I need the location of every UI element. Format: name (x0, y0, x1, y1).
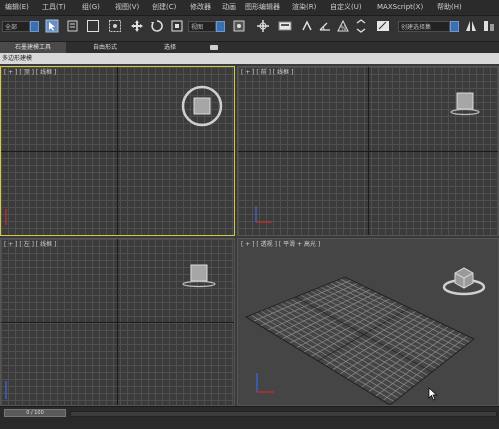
keyboard-shortcut-icon[interactable] (278, 19, 292, 33)
mirror-icon[interactable] (464, 19, 478, 33)
snap-toggle-icon[interactable] (300, 19, 314, 33)
spinner-snap-icon[interactable] (354, 19, 368, 33)
reference-coord-arrow[interactable] (216, 21, 225, 32)
viewport-front[interactable]: [ + ] [ 前 ] [ 线框 ] (237, 66, 499, 236)
selection-filter-arrow[interactable] (30, 21, 39, 32)
percent-snap-icon[interactable]: % (336, 19, 350, 33)
viewcube-perspective-icon[interactable] (440, 259, 490, 299)
select-object-icon[interactable] (45, 19, 59, 33)
select-and-scale-icon[interactable] (170, 19, 184, 33)
viewport-left[interactable]: [ + ] [ 左 ] [ 线框 ] (0, 238, 235, 406)
ribbon-panel-bar: 多边形建模 (0, 53, 499, 64)
pivot-center-icon[interactable] (232, 19, 246, 33)
menu-edit[interactable]: 编辑(E) (5, 2, 29, 12)
viewport-perspective[interactable]: [ + ] [ 透视 ] [ 平滑 + 高光 ] (237, 238, 499, 406)
main-toolbar: 全部 视图 % 创建选择集 (0, 16, 499, 42)
named-selection-arrow[interactable] (450, 21, 459, 32)
menu-group[interactable]: 组(G) (82, 2, 100, 12)
select-by-name-icon[interactable] (66, 19, 80, 33)
menu-animation[interactable]: 动画 (222, 2, 236, 12)
ribbon-toggle-icon[interactable] (210, 45, 218, 50)
tab-freeform[interactable]: 自由形式 (70, 42, 140, 53)
menu-maxscript[interactable]: MAXScript(X) (377, 2, 423, 12)
axis-tripod-icon (5, 381, 7, 399)
menu-customize[interactable]: 自定义(U) (330, 2, 362, 12)
mouse-cursor-icon (428, 387, 438, 401)
viewcube-front-icon[interactable] (448, 87, 482, 121)
menu-tools[interactable]: 工具(T) (42, 2, 66, 12)
menu-create[interactable]: 创建(C) (152, 2, 176, 12)
viewcube-left-icon[interactable] (179, 259, 219, 293)
tab-graphite-modeling[interactable]: 石墨建模工具 (0, 42, 66, 53)
axis-tripod-icon (255, 206, 272, 223)
align-icon[interactable] (482, 19, 496, 33)
viewport-top-label[interactable]: [ + ] [ 顶 ] [ 线框 ] (4, 69, 56, 77)
ribbon-tab-bar: 石墨建模工具 自由形式 选择 (0, 42, 499, 53)
select-and-move-icon[interactable] (130, 19, 144, 33)
viewport-top[interactable]: [ + ] [ 顶 ] [ 线框 ] (0, 66, 235, 236)
select-and-manipulate-icon[interactable] (256, 19, 270, 33)
angle-snap-icon[interactable] (318, 19, 332, 33)
menu-modifiers[interactable]: 修改器 (190, 2, 211, 12)
rect-selection-region-icon[interactable] (86, 19, 100, 33)
time-slider-bar: 0 / 100 (0, 406, 499, 429)
window-crossing-icon[interactable] (108, 19, 122, 33)
svg-text:%: % (341, 25, 347, 32)
menu-views[interactable]: 视图(V) (115, 2, 139, 12)
axis-tripod-icon (256, 373, 274, 393)
edit-named-selection-icon[interactable] (376, 19, 390, 33)
time-slider[interactable]: 0 / 100 (4, 409, 66, 417)
select-and-rotate-icon[interactable] (150, 19, 164, 33)
axis-tripod-icon (5, 209, 7, 225)
timeline-track[interactable] (70, 411, 497, 417)
menu-help[interactable]: 帮助(H) (437, 2, 462, 12)
tab-selection[interactable]: 选择 (142, 42, 198, 53)
viewport-front-label[interactable]: [ + ] [ 前 ] [ 线框 ] (241, 69, 293, 77)
reference-coord-dropdown[interactable]: 视图 (188, 21, 216, 32)
menu-rendering[interactable]: 渲染(R) (292, 2, 316, 12)
polygon-modeling-label[interactable]: 多边形建模 (2, 53, 32, 64)
viewport-left-label[interactable]: [ + ] [ 左 ] [ 线框 ] (4, 241, 56, 249)
named-selection-dropdown[interactable]: 创建选择集 (398, 21, 450, 32)
menu-graph-editors[interactable]: 图形编辑器 (245, 2, 280, 12)
selection-filter-dropdown[interactable]: 全部 (2, 21, 30, 32)
menu-bar: 编辑(E) 工具(T) 组(G) 视图(V) 创建(C) 修改器 动画 图形编辑… (0, 0, 499, 16)
viewcube-top-icon[interactable] (179, 83, 225, 129)
